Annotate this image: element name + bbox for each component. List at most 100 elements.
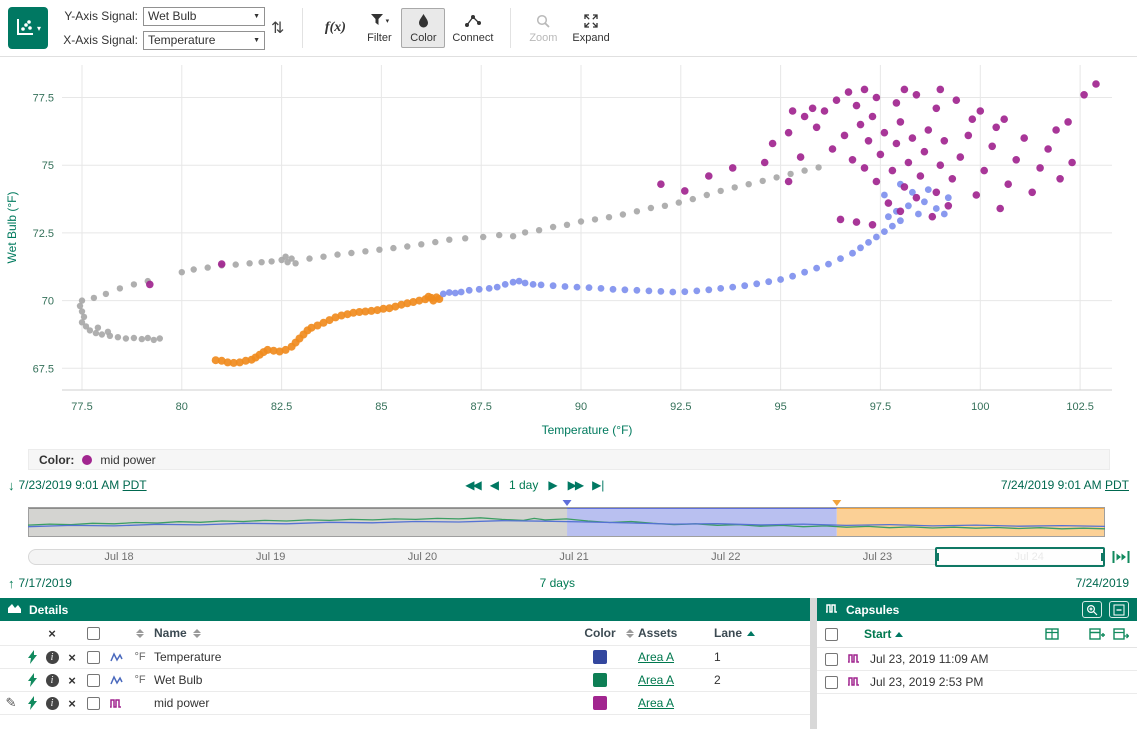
info-icon[interactable]: i (42, 651, 62, 664)
caret-down-icon: ▾ (386, 17, 390, 25)
name-column-header[interactable]: Name (154, 626, 187, 640)
expand-label: Expand (572, 32, 609, 44)
select-all-capsules-checkbox[interactable] (825, 628, 838, 641)
remove-icon[interactable]: × (62, 697, 82, 710)
step-back-fast-button[interactable]: ◀◀ (465, 478, 479, 492)
svg-text:72.5: 72.5 (33, 228, 54, 240)
capsule-checkbox[interactable] (825, 653, 838, 666)
svg-text:100: 100 (971, 401, 989, 413)
row-checkbox[interactable] (87, 674, 100, 687)
color-swatch[interactable] (593, 650, 607, 664)
item-name: Temperature (154, 650, 221, 664)
investigate-duration[interactable]: 7 days (540, 576, 575, 590)
sort-type-button[interactable] (136, 629, 144, 638)
capsule-icon (847, 652, 861, 667)
capsules-panel: Capsules Start Jul 23, 2019 11:09 AM Jul… (817, 598, 1137, 729)
assets-column-header[interactable]: Assets (638, 626, 677, 640)
zoom-to-capsule-button[interactable] (1082, 601, 1102, 618)
item-name: Wet Bulb (154, 673, 202, 687)
bolt-icon[interactable] (22, 673, 42, 687)
select-caret-icon: ▼ (253, 37, 260, 44)
lane-column-header[interactable]: Lane (714, 626, 742, 640)
chart-type-button[interactable]: ▾ (8, 7, 48, 49)
color-column-header[interactable]: Color (584, 626, 615, 640)
collapse-panel-button[interactable] (1109, 601, 1129, 618)
step-forward-button[interactable]: ▶ (548, 478, 557, 492)
lane-value: 1 (714, 650, 721, 664)
expand-icon (584, 13, 598, 29)
svg-text:87.5: 87.5 (470, 401, 491, 413)
range-selection-handle[interactable] (935, 547, 1105, 567)
x-axis-signal-value: Temperature (148, 33, 215, 47)
capsule-start-time: Jul 23, 2019 2:53 PM (870, 675, 983, 689)
svg-text:Wet Bulb (°F): Wet Bulb (°F) (5, 192, 19, 264)
step-to-end-button[interactable]: ▶| (592, 478, 604, 492)
bolt-icon[interactable] (22, 696, 42, 710)
step-forward-fast-button[interactable]: ▶▶ (568, 478, 582, 492)
capsule-checkbox[interactable] (825, 676, 838, 689)
timeline-strip[interactable] (28, 500, 1105, 540)
display-range-start[interactable]: 7/23/2019 9:01 AM PDT (19, 478, 147, 492)
shrink-range-start-icon[interactable]: ↓ (8, 478, 15, 493)
color-swatch[interactable] (593, 696, 607, 710)
y-axis-signal-value: Wet Bulb (148, 9, 196, 23)
investigate-end-date[interactable]: 7/24/2019 (1076, 576, 1129, 590)
color-legend-bar: Color: mid power (28, 449, 1110, 470)
bolt-icon[interactable] (22, 650, 42, 664)
info-icon[interactable]: i (42, 674, 62, 687)
details-row-temperature[interactable]: i × °F Temperature Area A 1 (0, 646, 810, 669)
top-toolbar: ▾ Y-Axis Signal: Wet Bulb ▼ X-Axis Signa… (0, 0, 1137, 57)
svg-text:82.5: 82.5 (271, 401, 292, 413)
display-range-end[interactable]: 7/24/2019 9:01 AM PDT (1001, 478, 1129, 492)
remove-all-icon[interactable]: × (48, 627, 56, 640)
date-tick: Jul 20 (408, 551, 437, 563)
customize-columns-icon[interactable] (1045, 627, 1061, 641)
add-table-icon[interactable] (1089, 627, 1105, 641)
filter-button[interactable]: ▾ Filter (357, 8, 401, 48)
date-tick: Jul 23 (863, 551, 892, 563)
investigate-start-date[interactable]: 7/17/2019 (19, 576, 72, 590)
scatter-plot[interactable]: 77.58082.58587.59092.59597.5100102.567.5… (0, 57, 1137, 445)
details-row-wet-bulb[interactable]: i × °F Wet Bulb Area A 2 (0, 669, 810, 692)
remove-icon[interactable]: × (62, 674, 82, 687)
step-back-button[interactable]: ◀ (490, 478, 499, 492)
capsule-icon (847, 675, 861, 690)
color-button[interactable]: Color (401, 8, 445, 48)
sort-name-button[interactable] (193, 629, 201, 638)
swap-axes-icon[interactable]: ⇅ (271, 18, 284, 38)
capsule-row[interactable]: Jul 23, 2019 11:09 AM (817, 648, 1137, 671)
export-table-icon[interactable] (1113, 627, 1129, 641)
color-swatch[interactable] (593, 673, 607, 687)
magnifier-icon (536, 13, 550, 29)
row-checkbox[interactable] (87, 651, 100, 664)
edit-icon[interactable]: ✎ (0, 695, 22, 711)
expand-range-icon[interactable]: ↑ (8, 576, 15, 591)
start-column-header[interactable]: Start (864, 627, 903, 641)
svg-text:95: 95 (774, 401, 786, 413)
fx-button[interactable]: f(x) (313, 8, 357, 48)
step-size-label[interactable]: 1 day (509, 478, 538, 492)
remove-icon[interactable]: × (62, 651, 82, 664)
x-axis-signal-select[interactable]: Temperature ▼ (143, 31, 265, 50)
info-icon[interactable]: i (42, 697, 62, 710)
sort-color-button[interactable] (626, 629, 634, 638)
asset-link[interactable]: Area A (638, 650, 674, 664)
toolbar-divider (302, 8, 303, 48)
select-all-checkbox[interactable] (87, 627, 100, 640)
y-axis-signal-label: Y-Axis Signal: (58, 9, 138, 23)
bottom-panels: Details × Name Color Assets Lane i × °F … (0, 598, 1137, 729)
capsule-start-time: Jul 23, 2019 11:09 AM (870, 652, 989, 666)
row-checkbox[interactable] (87, 697, 100, 710)
details-row-mid-power[interactable]: ✎ i × mid power Area A (0, 692, 810, 715)
investigate-strip[interactable] (28, 500, 1105, 540)
area-chart-icon (8, 602, 22, 617)
asset-link[interactable]: Area A (638, 696, 674, 710)
select-caret-icon: ▼ (253, 13, 260, 20)
auto-update-icon[interactable] (1111, 549, 1131, 568)
y-axis-signal-select[interactable]: Wet Bulb ▼ (143, 7, 265, 26)
range-scrollbar[interactable]: Jul 18Jul 19Jul 20Jul 21Jul 22Jul 23Jul … (28, 546, 1105, 572)
expand-button[interactable]: Expand (565, 8, 616, 48)
connect-button[interactable]: Connect (445, 8, 500, 48)
capsule-row[interactable]: Jul 23, 2019 2:53 PM (817, 671, 1137, 694)
asset-link[interactable]: Area A (638, 673, 674, 687)
